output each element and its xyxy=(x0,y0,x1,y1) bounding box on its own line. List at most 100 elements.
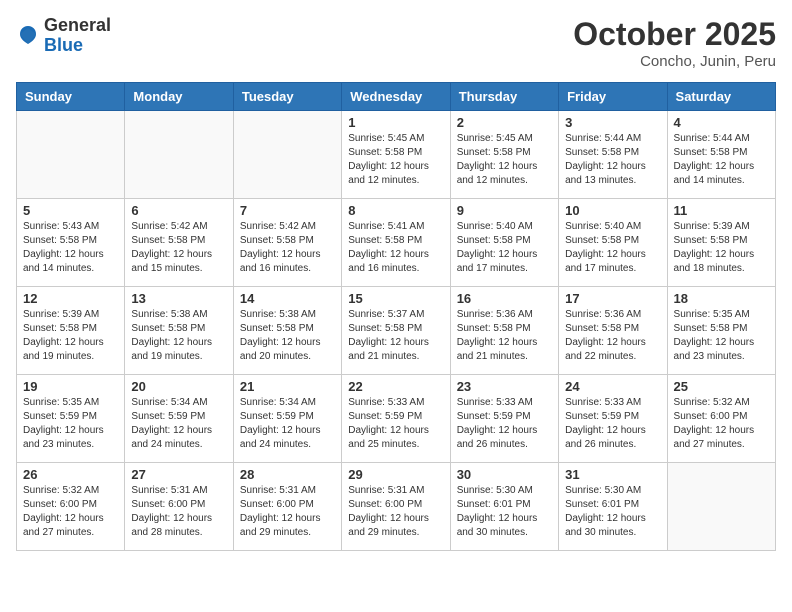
day-info: Sunrise: 5:41 AMSunset: 5:58 PMDaylight:… xyxy=(348,220,443,276)
calendar-day-cell: 6Sunrise: 5:42 AMSunset: 5:58 PMDaylight… xyxy=(125,199,233,287)
day-number: 2 xyxy=(457,115,552,130)
day-number: 11 xyxy=(674,203,769,218)
calendar-day-cell xyxy=(667,463,775,551)
day-info: Sunrise: 5:38 AMSunset: 5:58 PMDaylight:… xyxy=(131,308,226,364)
day-number: 20 xyxy=(131,379,226,394)
day-info: Sunrise: 5:32 AMSunset: 6:00 PMDaylight:… xyxy=(674,396,769,452)
calendar-day-cell: 26 Sunrise: 5:32 AMSunset: 6:00 PMDayligh… xyxy=(17,463,125,551)
day-number: 16 xyxy=(457,291,552,306)
calendar-day-cell: 28Sunrise: 5:31 AMSunset: 6:00 PMDayligh… xyxy=(233,463,341,551)
day-info: Sunrise: 5:45 AMSunset: 5:58 PMDaylight:… xyxy=(457,132,552,188)
day-number: 18 xyxy=(674,291,769,306)
calendar-header: SundayMondayTuesdayWednesdayThursdayFrid… xyxy=(17,83,776,111)
calendar-day-cell: 4 Sunrise: 5:44 AMSunset: 5:58 PMDaylight… xyxy=(667,111,775,199)
calendar-body: 1 Sunrise: 5:45 AMSunset: 5:58 PMDaylight… xyxy=(17,111,776,551)
calendar-day-cell: 27 Sunrise: 5:31 AMSunset: 6:00 PMDayligh… xyxy=(125,463,233,551)
calendar-day-cell xyxy=(233,111,341,199)
calendar-day-cell: 22 Sunrise: 5:33 AMSunset: 5:59 PMDayligh… xyxy=(342,375,450,463)
calendar-day-cell: 29 Sunrise: 5:31 AMSunset: 6:00 PMDayligh… xyxy=(342,463,450,551)
calendar-day-cell: 7Sunrise: 5:42 AMSunset: 5:58 PMDaylight… xyxy=(233,199,341,287)
day-info: Sunrise: 5:31 AMSunset: 6:00 PMDaylight:… xyxy=(348,484,443,540)
day-of-week-header: Wednesday xyxy=(342,83,450,111)
day-info: Sunrise: 5:34 AMSunset: 5:59 PMDaylight:… xyxy=(131,396,226,452)
day-info: Sunrise: 5:35 AMSunset: 5:58 PMDaylight:… xyxy=(674,308,769,364)
day-info: Sunrise: 5:43 AMSunset: 5:58 PMDaylight:… xyxy=(23,220,118,276)
day-number: 25 xyxy=(674,379,769,394)
day-number: 4 xyxy=(674,115,769,130)
day-number: 8 xyxy=(348,203,443,218)
calendar-day-cell: 24 Sunrise: 5:33 AMSunset: 5:59 PMDayligh… xyxy=(559,375,667,463)
calendar-day-cell: 8 Sunrise: 5:41 AMSunset: 5:58 PMDaylight… xyxy=(342,199,450,287)
day-number: 31 xyxy=(565,467,660,482)
calendar-day-cell: 2 Sunrise: 5:45 AMSunset: 5:58 PMDaylight… xyxy=(450,111,558,199)
day-number: 29 xyxy=(348,467,443,482)
day-of-week-header: Thursday xyxy=(450,83,558,111)
day-number: 1 xyxy=(348,115,443,130)
calendar-week-row: 19Sunrise: 5:35 AMSunset: 5:59 PMDayligh… xyxy=(17,375,776,463)
day-number: 30 xyxy=(457,467,552,482)
calendar-subtitle: Concho, Junin, Peru xyxy=(573,53,776,70)
day-number: 24 xyxy=(565,379,660,394)
page-header: General Blue October 2025 Concho, Junin,… xyxy=(16,16,776,70)
day-info: Sunrise: 5:33 AMSunset: 5:59 PMDaylight:… xyxy=(565,396,660,452)
calendar-day-cell: 3Sunrise: 5:44 AMSunset: 5:58 PMDaylight… xyxy=(559,111,667,199)
logo: General Blue xyxy=(16,16,111,56)
calendar-week-row: 5 Sunrise: 5:43 AMSunset: 5:58 PMDaylight… xyxy=(17,199,776,287)
calendar-table: SundayMondayTuesdayWednesdayThursdayFrid… xyxy=(16,82,776,551)
calendar-day-cell: 15 Sunrise: 5:37 AMSunset: 5:58 PMDayligh… xyxy=(342,287,450,375)
calendar-day-cell: 17 Sunrise: 5:36 AMSunset: 5:58 PMDayligh… xyxy=(559,287,667,375)
logo-general: General xyxy=(44,15,111,35)
calendar-day-cell: 21Sunrise: 5:34 AMSunset: 5:59 PMDayligh… xyxy=(233,375,341,463)
day-info: Sunrise: 5:40 AMSunset: 5:58 PMDaylight:… xyxy=(565,220,660,276)
day-of-week-header: Friday xyxy=(559,83,667,111)
calendar-day-cell: 5 Sunrise: 5:43 AMSunset: 5:58 PMDaylight… xyxy=(17,199,125,287)
day-number: 12 xyxy=(23,291,118,306)
day-info: Sunrise: 5:36 AMSunset: 5:58 PMDaylight:… xyxy=(457,308,552,364)
day-info: Sunrise: 5:32 AMSunset: 6:00 PMDaylight:… xyxy=(23,484,118,540)
calendar-day-cell: 31 Sunrise: 5:30 AMSunset: 6:01 PMDayligh… xyxy=(559,463,667,551)
calendar-day-cell xyxy=(17,111,125,199)
calendar-day-cell: 12 Sunrise: 5:39 AMSunset: 5:58 PMDayligh… xyxy=(17,287,125,375)
day-info: Sunrise: 5:36 AMSunset: 5:58 PMDaylight:… xyxy=(565,308,660,364)
logo-blue: Blue xyxy=(44,35,83,55)
day-number: 14 xyxy=(240,291,335,306)
calendar-day-cell: 30 Sunrise: 5:30 AMSunset: 6:01 PMDayligh… xyxy=(450,463,558,551)
calendar-title: October 2025 xyxy=(573,16,776,53)
day-info: Sunrise: 5:44 AMSunset: 5:58 PMDaylight:… xyxy=(674,132,769,188)
calendar-day-cell: 13Sunrise: 5:38 AMSunset: 5:58 PMDayligh… xyxy=(125,287,233,375)
day-number: 27 xyxy=(131,467,226,482)
calendar-day-cell: 1Sunrise: 5:45 AMSunset: 5:58 PMDaylight… xyxy=(342,111,450,199)
calendar-day-cell: 10 Sunrise: 5:40 AMSunset: 5:58 PMDayligh… xyxy=(559,199,667,287)
calendar-week-row: 26 Sunrise: 5:32 AMSunset: 6:00 PMDayligh… xyxy=(17,463,776,551)
day-info: Sunrise: 5:31 AMSunset: 6:00 PMDaylight:… xyxy=(131,484,226,540)
day-info: Sunrise: 5:39 AMSunset: 5:58 PMDaylight:… xyxy=(23,308,118,364)
title-block: October 2025 Concho, Junin, Peru xyxy=(573,16,776,70)
day-number: 22 xyxy=(348,379,443,394)
day-info: Sunrise: 5:35 AMSunset: 5:59 PMDaylight:… xyxy=(23,396,118,452)
day-number: 5 xyxy=(23,203,118,218)
day-number: 21 xyxy=(240,379,335,394)
day-number: 10 xyxy=(565,203,660,218)
day-number: 15 xyxy=(348,291,443,306)
day-info: Sunrise: 5:33 AMSunset: 5:59 PMDaylight:… xyxy=(348,396,443,452)
calendar-day-cell: 25 Sunrise: 5:32 AMSunset: 6:00 PMDayligh… xyxy=(667,375,775,463)
day-number: 26 xyxy=(23,467,118,482)
day-info: Sunrise: 5:37 AMSunset: 5:58 PMDaylight:… xyxy=(348,308,443,364)
calendar-week-row: 1 Sunrise: 5:45 AMSunset: 5:58 PMDaylight… xyxy=(17,111,776,199)
calendar-day-cell: 23Sunrise: 5:33 AMSunset: 5:59 PMDayligh… xyxy=(450,375,558,463)
day-info: Sunrise: 5:30 AMSunset: 6:01 PMDaylight:… xyxy=(457,484,552,540)
day-info: Sunrise: 5:42 AMSunset: 5:58 PMDaylight:… xyxy=(240,220,335,276)
day-number: 17 xyxy=(565,291,660,306)
calendar-week-row: 12 Sunrise: 5:39 AMSunset: 5:58 PMDayligh… xyxy=(17,287,776,375)
header-row: SundayMondayTuesdayWednesdayThursdayFrid… xyxy=(17,83,776,111)
calendar-day-cell: 18 Sunrise: 5:35 AMSunset: 5:58 PMDayligh… xyxy=(667,287,775,375)
day-number: 6 xyxy=(131,203,226,218)
logo-icon xyxy=(16,24,40,48)
day-number: 23 xyxy=(457,379,552,394)
day-info: Sunrise: 5:31 AMSunset: 6:00 PMDaylight:… xyxy=(240,484,335,540)
day-of-week-header: Saturday xyxy=(667,83,775,111)
calendar-day-cell: 19Sunrise: 5:35 AMSunset: 5:59 PMDayligh… xyxy=(17,375,125,463)
logo-text: General Blue xyxy=(44,16,111,56)
day-of-week-header: Sunday xyxy=(17,83,125,111)
day-info: Sunrise: 5:30 AMSunset: 6:01 PMDaylight:… xyxy=(565,484,660,540)
